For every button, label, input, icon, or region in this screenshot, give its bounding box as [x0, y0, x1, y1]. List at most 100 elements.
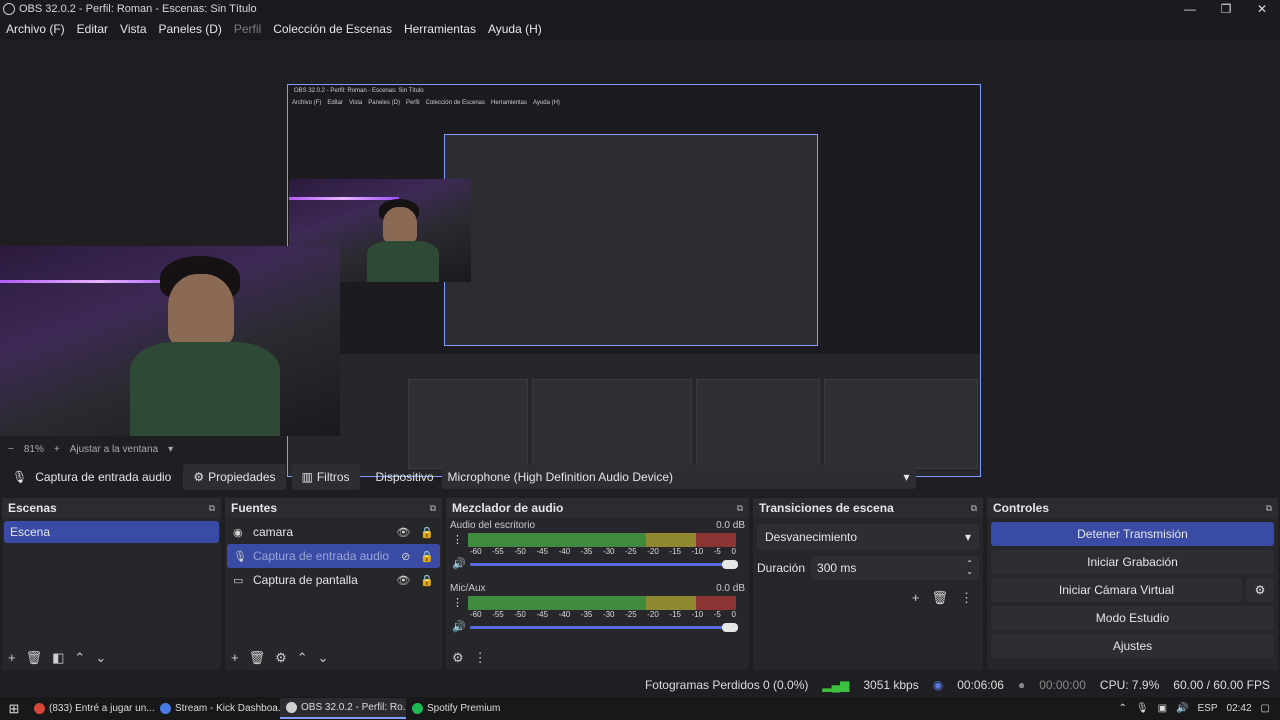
- vertical-dots-icon[interactable]: ⋮: [474, 650, 487, 666]
- taskbar-item-kick[interactable]: Stream - Kick Dashboa...: [154, 698, 280, 719]
- window-controls: — ❐ ✕: [1172, 0, 1280, 18]
- taskbar: ⊞ (833) Entré a jugar un... Stream - Kic…: [0, 697, 1280, 720]
- vertical-dots-icon[interactable]: ⋮: [452, 533, 463, 546]
- add-icon[interactable]: +: [231, 650, 239, 666]
- tick-label: -50: [514, 547, 526, 556]
- stop-streaming-button[interactable]: Detener Transmisión: [991, 522, 1274, 546]
- undock-icon[interactable]: ⧉: [737, 503, 743, 514]
- menu-coleccion-escenas[interactable]: Colección de Escenas: [267, 22, 398, 36]
- eye-slash-icon[interactable]: ⊘: [401, 550, 410, 563]
- menu-archivo[interactable]: Archivo (F): [0, 22, 71, 36]
- preview-canvas[interactable]: OBS 32.0.2 - Perfil: Roman - Escenas: Si…: [0, 40, 1280, 477]
- spotify-icon: [412, 703, 423, 714]
- properties-button[interactable]: ⚙ Propiedades: [183, 464, 286, 490]
- windows-start-icon[interactable]: ⊞: [0, 701, 28, 717]
- trash-icon[interactable]: 🗑: [931, 590, 948, 606]
- taskbar-item-youtube[interactable]: (833) Entré a jugar un...: [28, 698, 154, 719]
- chevron-up-icon[interactable]: ⌃: [74, 650, 85, 666]
- undock-icon[interactable]: ⧉: [430, 503, 436, 514]
- source-item-audio-input[interactable]: 🎙 Captura de entrada audio ⊘ 🔒: [227, 544, 440, 568]
- controls-dock: Controles ⧉ Detener Transmisión Iniciar …: [987, 498, 1278, 670]
- eye-icon[interactable]: 👁: [396, 526, 410, 539]
- undock-icon[interactable]: ⧉: [209, 503, 215, 514]
- add-icon[interactable]: +: [912, 590, 920, 606]
- tick-label: -55: [492, 610, 504, 619]
- menu-editar[interactable]: Editar: [71, 22, 114, 36]
- device-select[interactable]: Microphone (High Definition Audio Device…: [441, 465, 916, 489]
- notification-icon[interactable]: ▢: [1261, 703, 1270, 714]
- menu-perfil[interactable]: Perfil: [228, 22, 267, 36]
- channel-name: Mic/Aux: [450, 583, 486, 594]
- clock[interactable]: 02:42: [1227, 703, 1252, 714]
- transition-select[interactable]: Desvanecimiento ▾: [757, 524, 979, 550]
- chevron-up-icon[interactable]: ⌃: [297, 650, 308, 666]
- eye-icon[interactable]: 👁: [396, 574, 410, 587]
- filters-button[interactable]: ▥ Filtros: [291, 464, 360, 490]
- gear-icon[interactable]: ⚙: [452, 650, 464, 666]
- chevron-down-icon[interactable]: ▾: [168, 444, 173, 455]
- tick-label: -60: [470, 610, 482, 619]
- add-icon[interactable]: +: [8, 650, 16, 666]
- volume-slider[interactable]: [470, 557, 738, 571]
- tick-label: -50: [514, 610, 526, 619]
- source-item-camara[interactable]: ◉ camara 👁 🔒: [227, 520, 440, 544]
- chevron-down-icon[interactable]: ⌄: [95, 650, 106, 666]
- fps: 60.00 / 60.00 FPS: [1173, 678, 1270, 692]
- zoom-out-button[interactable]: −: [8, 444, 14, 455]
- chevron-up-icon[interactable]: ⌃: [1119, 703, 1127, 714]
- studio-mode-button[interactable]: Modo Estudio: [991, 606, 1274, 630]
- taskbar-label: (833) Entré a jugar un...: [49, 703, 154, 714]
- taskbar-item-spotify[interactable]: Spotify Premium: [406, 698, 532, 719]
- zoom-in-button[interactable]: +: [54, 444, 60, 455]
- gear-icon[interactable]: ⚙: [1246, 578, 1274, 602]
- trash-icon[interactable]: 🗑: [26, 650, 43, 666]
- filter-icon[interactable]: ◧: [52, 650, 64, 666]
- undock-icon[interactable]: ⧉: [1266, 503, 1272, 514]
- speaker-icon[interactable]: 🔊: [452, 620, 466, 633]
- lock-icon[interactable]: 🔒: [420, 574, 434, 587]
- volume-icon[interactable]: 🔊: [1176, 703, 1188, 714]
- volume-slider[interactable]: [470, 620, 738, 634]
- meter-green: [468, 533, 646, 547]
- start-recording-button[interactable]: Iniciar Grabación: [991, 550, 1274, 574]
- meter-red: [696, 533, 736, 547]
- lock-icon[interactable]: 🔒: [420, 526, 434, 539]
- duration-input[interactable]: 300 ms ⌃ ⌄: [811, 556, 979, 580]
- language-indicator[interactable]: ESP: [1198, 703, 1218, 714]
- meter-green: [468, 596, 646, 610]
- trash-icon[interactable]: 🗑: [249, 650, 266, 666]
- vertical-dots-icon[interactable]: ⋮: [960, 590, 973, 606]
- close-button[interactable]: ✕: [1244, 0, 1280, 18]
- fit-to-window-label[interactable]: Ajustar a la ventana: [70, 444, 158, 455]
- gear-icon[interactable]: ⚙: [275, 650, 287, 666]
- tick-label: -20: [647, 547, 659, 556]
- speaker-icon[interactable]: 🔊: [452, 557, 466, 570]
- scene-item[interactable]: Escena: [4, 521, 219, 543]
- spinner-icon[interactable]: ⌃ ⌄: [966, 560, 973, 576]
- start-virtual-camera-button[interactable]: Iniciar Cámara Virtual: [991, 578, 1242, 602]
- menu-paneles[interactable]: Paneles (D): [153, 22, 228, 36]
- mic-icon[interactable]: 🎙: [1136, 703, 1149, 714]
- slider-knob[interactable]: [722, 560, 738, 569]
- undock-icon[interactable]: ⧉: [971, 503, 977, 514]
- maximize-button[interactable]: ❐: [1208, 0, 1244, 18]
- transitions-dock: Transiciones de escena ⧉ Desvanecimiento…: [753, 498, 983, 670]
- taskbar-label: Stream - Kick Dashboa...: [175, 703, 280, 714]
- nested-menu-item: Vista: [349, 100, 363, 106]
- lock-icon[interactable]: 🔒: [420, 550, 434, 563]
- menu-ayuda[interactable]: Ayuda (H): [482, 22, 548, 36]
- tick-label: -25: [625, 610, 637, 619]
- vertical-dots-icon[interactable]: ⋮: [452, 596, 463, 609]
- webcam-feed: [0, 246, 340, 436]
- taskbar-label: OBS 32.0.2 - Perfil: Ro...: [301, 702, 406, 713]
- taskbar-item-obs[interactable]: OBS 32.0.2 - Perfil: Ro...: [280, 698, 406, 719]
- settings-button[interactable]: Ajustes: [991, 634, 1274, 658]
- slider-knob[interactable]: [722, 623, 738, 632]
- chevron-down-icon[interactable]: ⌄: [318, 650, 329, 666]
- menu-herramientas[interactable]: Herramientas: [398, 22, 482, 36]
- meter-yellow: [646, 533, 696, 547]
- minimize-button[interactable]: —: [1172, 0, 1208, 18]
- network-icon[interactable]: ▣: [1158, 703, 1167, 714]
- source-item-screen-capture[interactable]: ▭ Captura de pantalla 👁 🔒: [227, 568, 440, 592]
- menu-vista[interactable]: Vista: [114, 22, 152, 36]
